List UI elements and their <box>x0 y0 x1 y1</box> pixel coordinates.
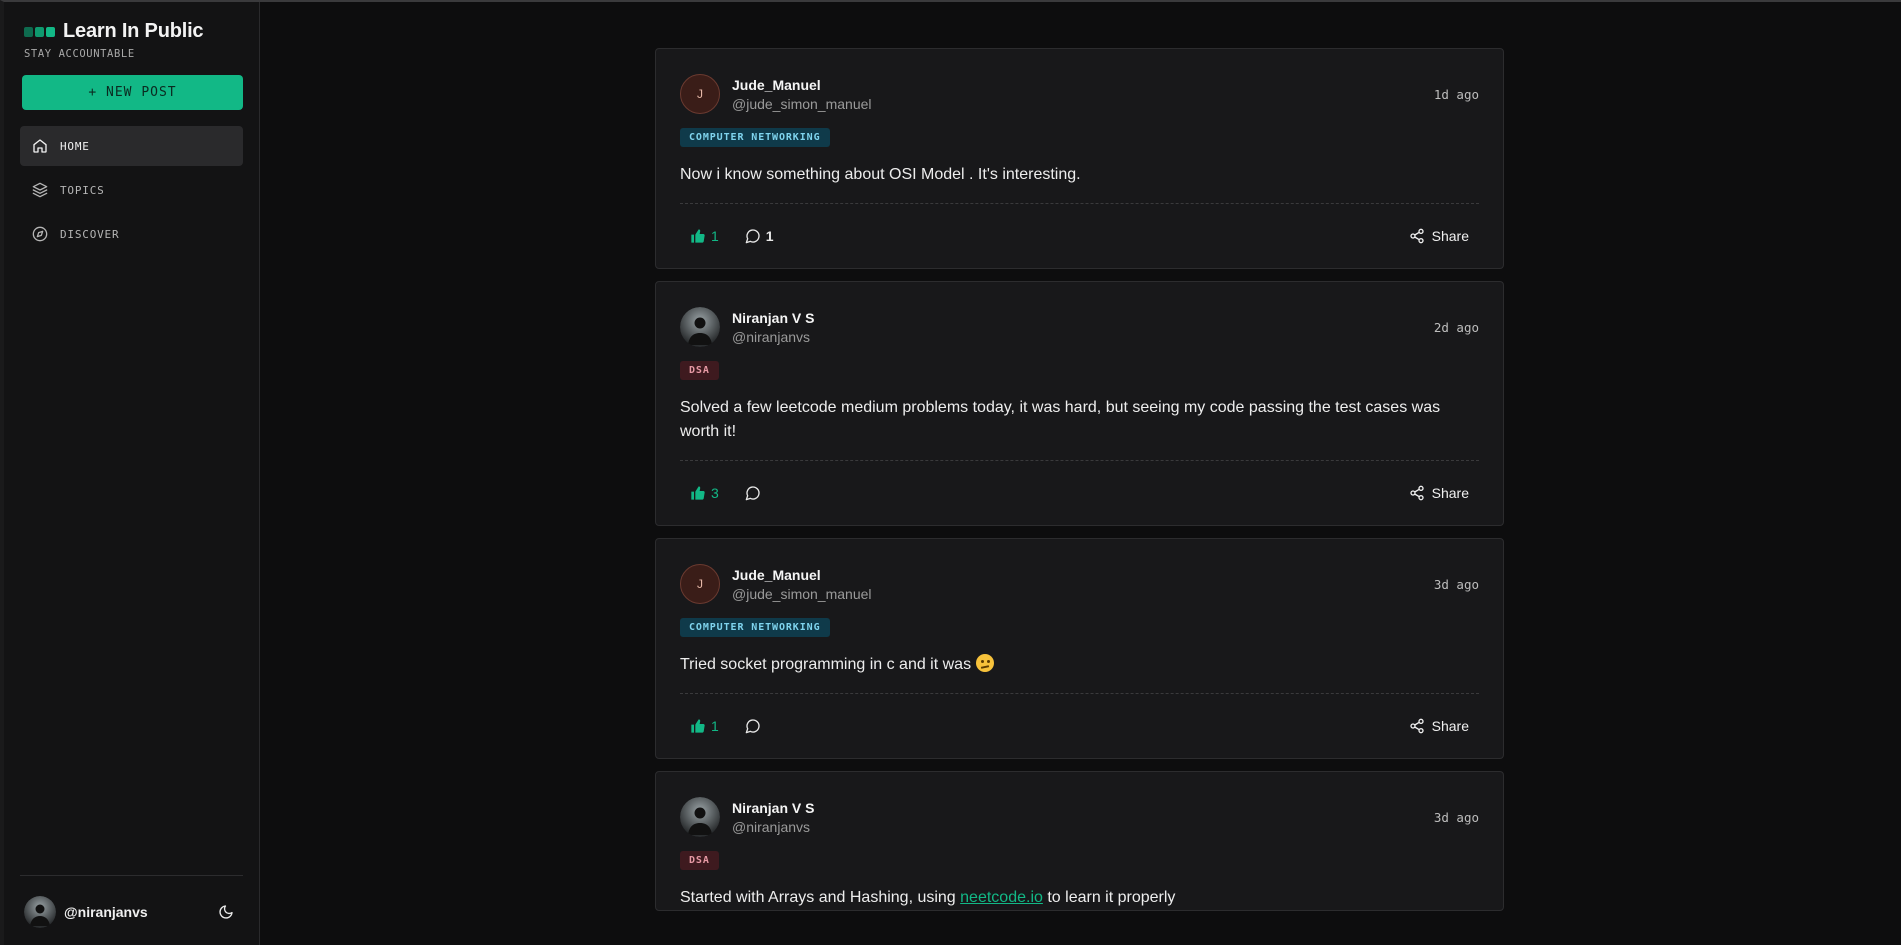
comment-button[interactable] <box>745 718 761 734</box>
moon-icon[interactable] <box>218 904 234 920</box>
thumbs-up-icon <box>691 486 705 500</box>
post-text: Now i know something about OSI Model . I… <box>680 166 1081 183</box>
comment-icon <box>745 229 760 244</box>
post-link[interactable]: neetcode.io <box>960 889 1043 906</box>
confused-face-emoji-icon <box>975 654 994 672</box>
share-label: Share <box>1431 228 1469 244</box>
app-title: Learn In Public <box>63 20 204 42</box>
post-card: Niranjan V S @niranjanvs 2d ago DSA Solv… <box>655 281 1504 526</box>
author-handle: @jude_simon_manuel <box>732 95 872 112</box>
post-time: 1d ago <box>1433 86 1479 102</box>
share-button[interactable]: Share <box>1409 718 1469 734</box>
avatar <box>24 896 56 928</box>
topic-tag[interactable]: COMPUTER NETWORKING <box>680 618 830 637</box>
author-handle: @niranjanvs <box>732 818 811 835</box>
post-text-before: Started with Arrays and Hashing, using <box>680 889 956 906</box>
post-card: J Jude_Manuel @jude_simon_manuel 3d ago … <box>655 538 1504 759</box>
like-count: 1 <box>711 228 719 244</box>
post-time: 3d ago <box>1433 809 1479 825</box>
current-user-handle: @niranjanvs <box>64 904 148 920</box>
post-text: Started with Arrays and Hashing, using n… <box>680 886 1479 910</box>
like-button[interactable]: 1 <box>690 718 719 734</box>
thumbs-up-icon <box>691 229 705 243</box>
nav-label: HOME <box>60 139 90 153</box>
nav-item-discover[interactable]: DISCOVER <box>20 214 243 254</box>
share-button[interactable]: Share <box>1409 485 1469 501</box>
sidebar: Learn In Public STAY ACCOUNTABLE + NEW P… <box>4 2 260 945</box>
avatar[interactable] <box>680 797 720 837</box>
like-button[interactable]: 1 <box>690 228 719 244</box>
post-card: Niranjan V S @niranjanvs 3d ago DSA Star… <box>655 771 1504 911</box>
topic-tag[interactable]: DSA <box>680 851 719 870</box>
like-count: 3 <box>711 485 719 501</box>
topic-tag[interactable]: COMPUTER NETWORKING <box>680 128 830 147</box>
author-name[interactable]: Jude_Manuel <box>732 77 872 93</box>
layers-icon <box>32 182 48 198</box>
main-nav: HOME TOPICS DISCOVER <box>20 126 243 258</box>
share-icon <box>1409 228 1424 244</box>
brand[interactable]: Learn In Public <box>24 20 204 43</box>
sidebar-divider <box>20 875 243 876</box>
home-icon <box>33 139 47 153</box>
post-time: 3d ago <box>1433 576 1479 592</box>
comment-icon <box>745 719 760 734</box>
share-button[interactable]: Share <box>1409 228 1469 244</box>
nav-item-home[interactable]: HOME <box>20 126 243 166</box>
nav-label: DISCOVER <box>60 227 120 241</box>
share-label: Share <box>1431 485 1469 501</box>
comment-button[interactable] <box>745 485 761 501</box>
thumbs-up-icon <box>691 719 705 733</box>
post-time: 2d ago <box>1433 319 1479 335</box>
share-icon <box>1409 485 1424 501</box>
post-text: Solved a few leetcode medium problems to… <box>680 399 1441 440</box>
post-text-content: Tried socket programming in c and it was <box>680 656 972 673</box>
author-handle: @niranjanvs <box>732 328 811 345</box>
compass-icon <box>32 226 48 242</box>
author-handle: @jude_simon_manuel <box>732 585 872 602</box>
post-feed: J Jude_Manuel @jude_simon_manuel 1d ago … <box>655 48 1504 923</box>
current-user[interactable]: @niranjanvs <box>24 896 148 928</box>
post-text: Tried socket programming in c and it was <box>680 653 1479 677</box>
share-label: Share <box>1431 718 1469 734</box>
like-count: 1 <box>711 718 719 734</box>
author-name[interactable]: Jude_Manuel <box>732 567 872 583</box>
avatar[interactable] <box>680 307 720 347</box>
comment-button[interactable]: 1 <box>745 228 774 244</box>
nav-item-topics[interactable]: TOPICS <box>20 170 243 210</box>
comment-icon <box>745 486 760 501</box>
comment-count: 1 <box>765 228 774 244</box>
post-card: J Jude_Manuel @jude_simon_manuel 1d ago … <box>655 48 1504 269</box>
app-tagline: STAY ACCOUNTABLE <box>24 48 135 60</box>
author-name[interactable]: Niranjan V S <box>732 310 814 326</box>
topic-tag[interactable]: DSA <box>680 361 719 380</box>
share-icon <box>1409 718 1424 734</box>
author-name[interactable]: Niranjan V S <box>732 800 814 816</box>
like-button[interactable]: 3 <box>690 485 719 501</box>
new-post-button[interactable]: + NEW POST <box>22 75 243 110</box>
avatar[interactable]: J <box>680 74 720 114</box>
post-text-after: to learn it properly <box>1047 889 1176 906</box>
logo-icon <box>24 26 55 37</box>
nav-label: TOPICS <box>60 183 105 197</box>
avatar[interactable]: J <box>680 564 720 604</box>
